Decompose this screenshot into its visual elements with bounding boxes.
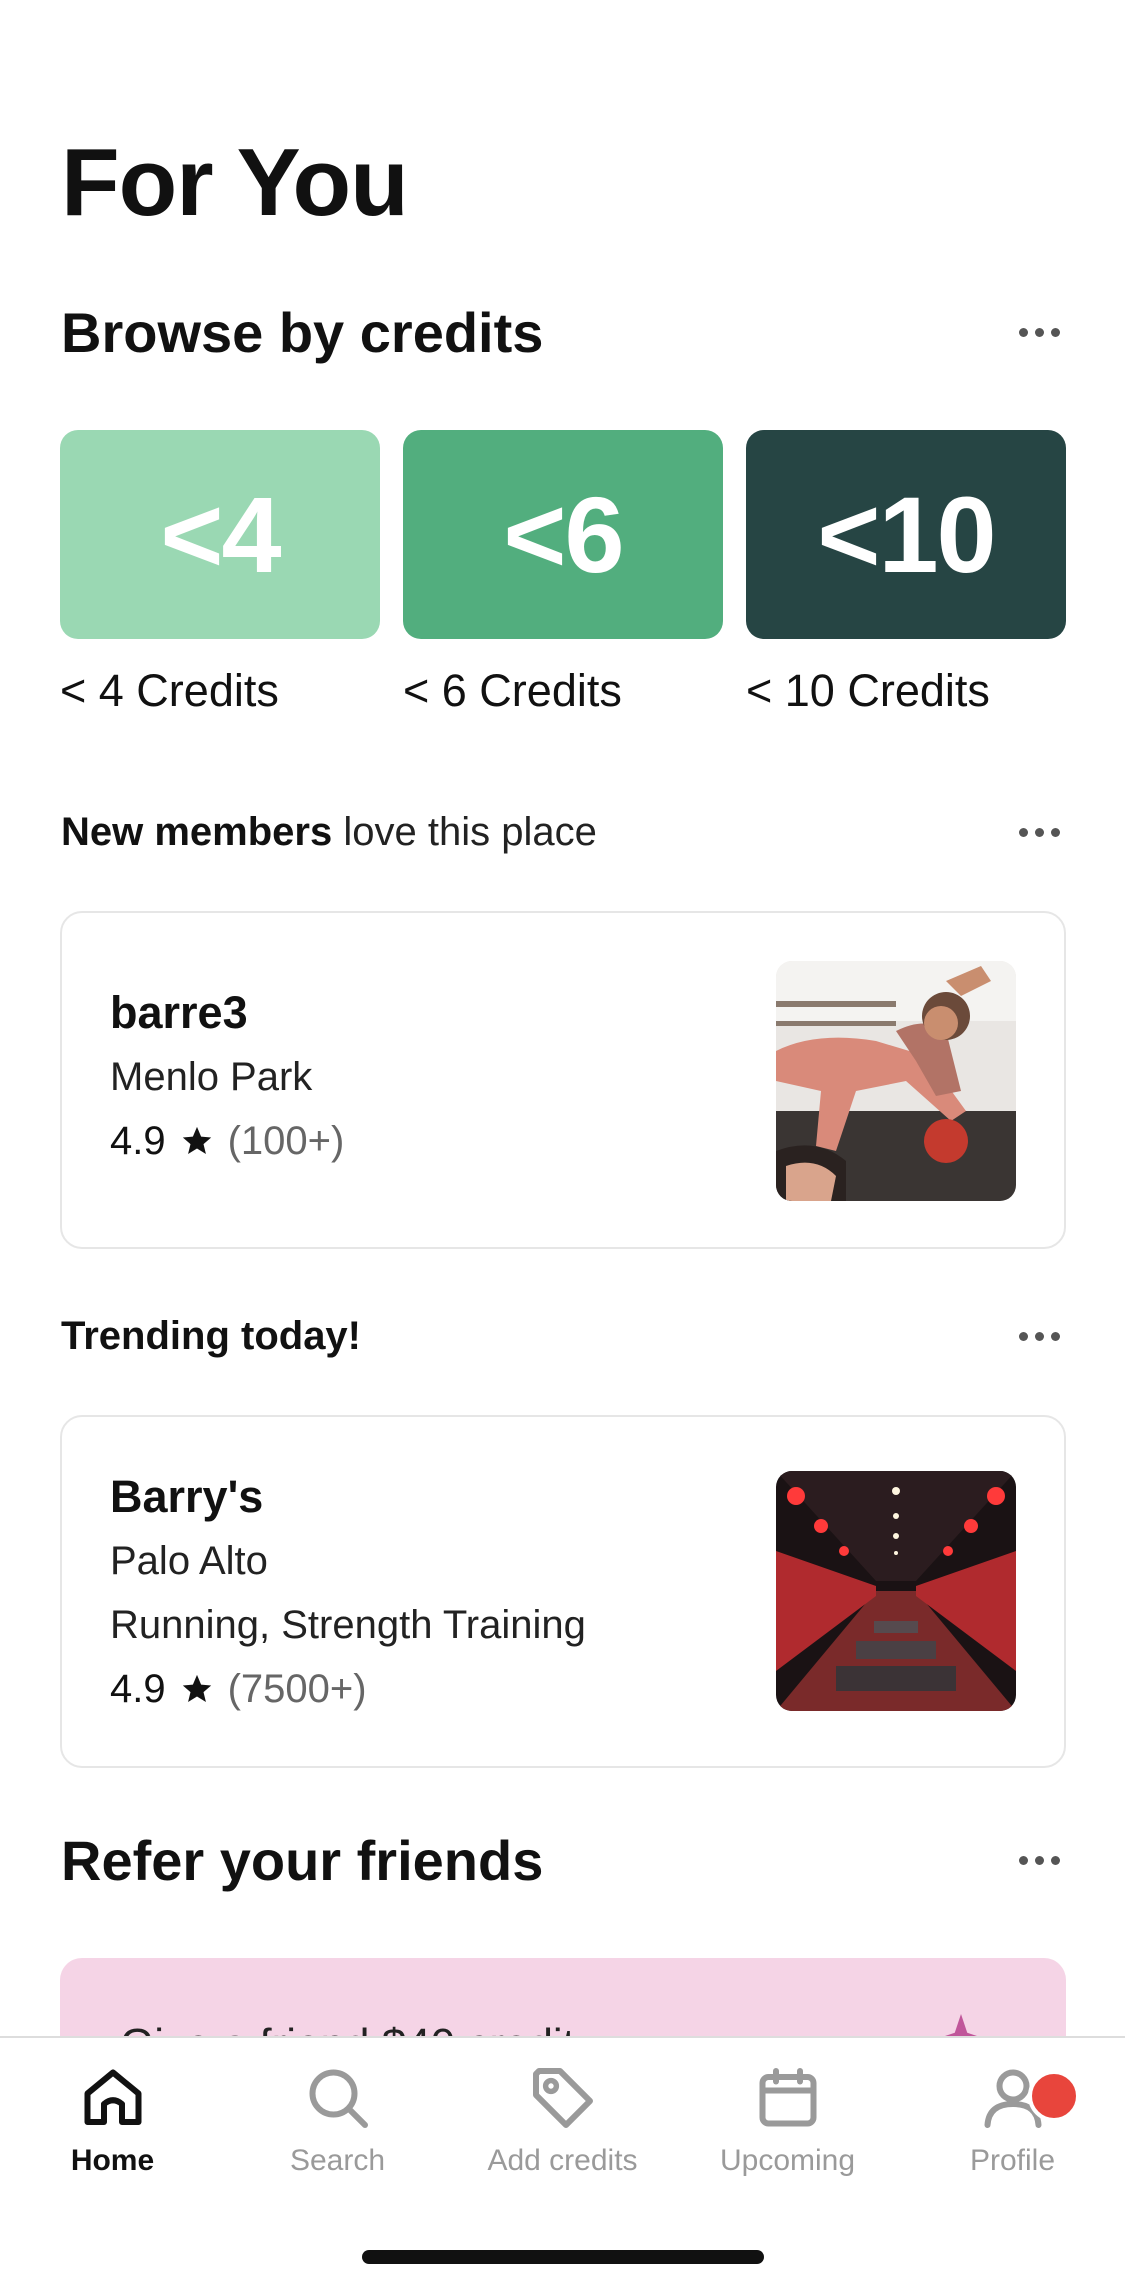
- fitness-class-photo-icon: [776, 961, 1016, 1201]
- more-dot-icon: [1051, 328, 1060, 337]
- refer-more-button[interactable]: [1015, 1846, 1064, 1875]
- studio-rating: 4.9 (7500+): [110, 1657, 586, 1721]
- studio-location: Menlo Park: [110, 1055, 313, 1099]
- browse-section-header: Browse by credits: [61, 300, 1064, 365]
- credit-tile-label: < 10 Credits: [746, 665, 990, 716]
- bottom-tab-bar: Home Search Add credits Upcoming Profile: [0, 2036, 1125, 2284]
- rating-count: (100+): [227, 1119, 345, 1163]
- tab-profile[interactable]: Profile: [900, 2062, 1125, 2192]
- studio-location: Palo Alto: [110, 1539, 268, 1583]
- new-members-section-header: New members love this place: [61, 810, 1064, 855]
- trending-section-header: Trending today!: [61, 1314, 1064, 1359]
- studio-photo: [776, 961, 1016, 1201]
- tab-label: Add credits: [487, 2144, 638, 2177]
- home-icon: [84, 2069, 141, 2125]
- notification-badge: [1028, 2070, 1080, 2122]
- more-dot-icon: [1019, 1856, 1028, 1865]
- studio-card-barre3[interactable]: barre3 Menlo Park 4.9 (100+): [60, 911, 1066, 1249]
- credit-tile-label: < 4 Credits: [60, 665, 279, 716]
- credit-tile-badge: <4: [60, 430, 380, 639]
- credit-tile-6[interactable]: <6 < 6 Credits: [403, 430, 723, 717]
- trending-more-button[interactable]: [1015, 1322, 1064, 1351]
- tab-label: Home: [70, 2144, 155, 2177]
- credit-tile-badge: <10: [746, 430, 1066, 639]
- studio-name: barre3: [110, 987, 248, 1038]
- tab-label: Upcoming: [719, 2144, 856, 2177]
- browse-section-title: Browse by credits: [61, 301, 544, 364]
- rating-value: 4.9: [110, 1119, 166, 1163]
- browse-more-button[interactable]: [1015, 318, 1064, 347]
- more-dot-icon: [1035, 828, 1044, 837]
- studio-rating: 4.9 (100+): [110, 1109, 344, 1173]
- refer-section-header: Refer your friends: [61, 1828, 1064, 1893]
- tab-home[interactable]: Home: [0, 2062, 225, 2192]
- tab-add-credits[interactable]: Add credits: [450, 2062, 675, 2192]
- tab-search[interactable]: Search: [225, 2062, 450, 2192]
- more-dot-icon: [1019, 328, 1028, 337]
- refer-section-title: Refer your friends: [61, 1829, 544, 1892]
- tag-icon: [532, 2068, 593, 2128]
- studio-photo-icon: [776, 1471, 1016, 1711]
- credit-filter-row: <4 < 4 Credits <6 < 6 Credits <10 < 10 C…: [60, 430, 1066, 717]
- new-members-title-bold: New members: [61, 810, 333, 854]
- page-title: For You: [61, 129, 409, 236]
- more-dot-icon: [1035, 328, 1044, 337]
- rating-value: 4.9: [110, 1667, 166, 1711]
- sparkle-icon: [939, 2014, 983, 2038]
- calendar-icon: [759, 2068, 816, 2127]
- search-icon: [309, 2069, 368, 2128]
- tab-label: Search: [289, 2144, 386, 2177]
- credit-tile-label: < 6 Credits: [403, 665, 622, 716]
- more-dot-icon: [1019, 1332, 1028, 1341]
- studio-card-barrys[interactable]: Barry's Palo Alto Running, Strength Trai…: [60, 1415, 1066, 1768]
- studio-categories: Running, Strength Training: [110, 1603, 586, 1647]
- for-you-screen: For You Browse by credits <4 < 4 Credits…: [0, 0, 1125, 2284]
- refer-promo-card[interactable]: Give a friend $40 credit: [60, 1958, 1066, 2038]
- credit-tile-10[interactable]: <10 < 10 Credits: [746, 430, 1066, 717]
- trending-section-title: Trending today!: [61, 1314, 361, 1358]
- studio-card-info: barre3 Menlo Park 4.9 (100+): [110, 985, 344, 1173]
- new-members-title-rest: love this place: [332, 810, 597, 854]
- more-dot-icon: [1035, 1856, 1044, 1865]
- home-indicator[interactable]: [362, 2250, 764, 2264]
- studio-name: Barry's: [110, 1471, 264, 1522]
- credit-tile-badge: <6: [403, 430, 723, 639]
- credit-tile-4[interactable]: <4 < 4 Credits: [60, 430, 380, 717]
- rating-count: (7500+): [227, 1667, 367, 1711]
- star-icon: [182, 1674, 211, 1703]
- more-dot-icon: [1051, 1856, 1060, 1865]
- star-icon: [182, 1126, 211, 1155]
- more-dot-icon: [1051, 828, 1060, 837]
- tab-label: Profile: [969, 2144, 1056, 2177]
- more-dot-icon: [1035, 1332, 1044, 1341]
- new-members-more-button[interactable]: [1015, 818, 1064, 847]
- more-dot-icon: [1019, 828, 1028, 837]
- more-dot-icon: [1051, 1332, 1060, 1341]
- studio-photo: [776, 1471, 1016, 1711]
- new-members-section-title: New members love this place: [61, 810, 597, 855]
- studio-card-info: Barry's Palo Alto Running, Strength Trai…: [110, 1469, 586, 1721]
- tab-upcoming[interactable]: Upcoming: [675, 2062, 900, 2192]
